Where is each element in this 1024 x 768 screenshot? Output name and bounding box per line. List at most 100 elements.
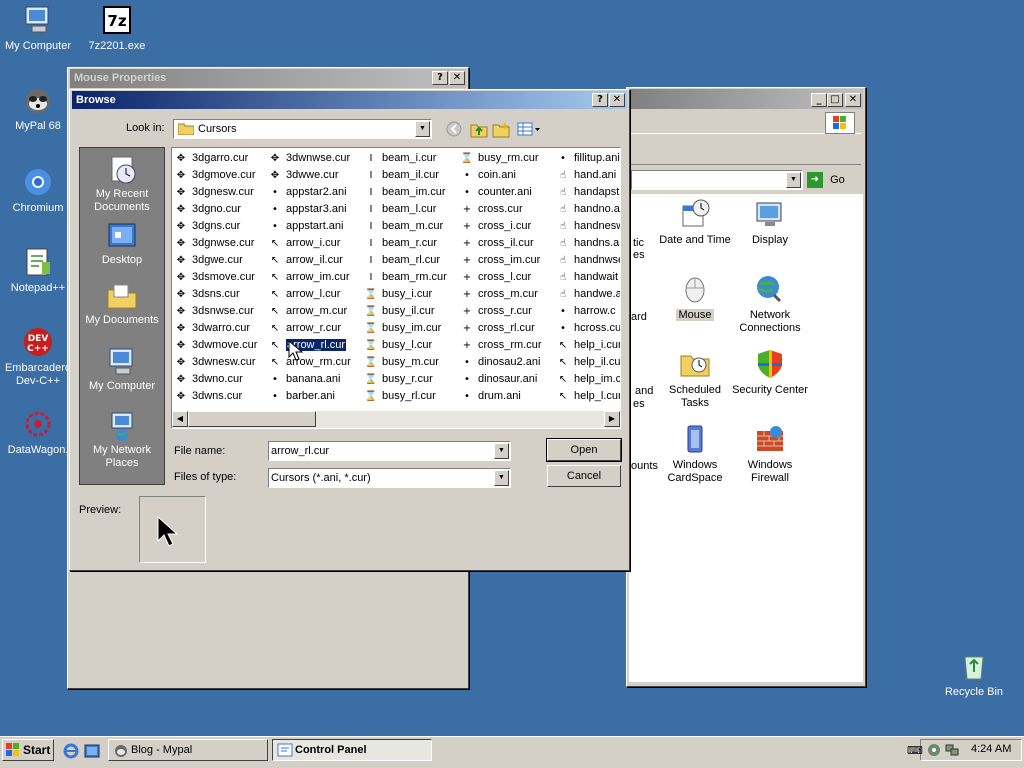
place-my-network-places[interactable]: My Network Places [80,410,164,470]
help-button[interactable]: ? [432,71,448,85]
minimize-button[interactable]: _ [811,93,827,107]
file-list-item[interactable]: ☝ handns.a [556,235,619,252]
file-list-item[interactable]: Ibeam_im.cur [364,184,446,201]
close-button[interactable]: ✕ [449,71,465,85]
file-list-item[interactable]: Ibeam_r.cur [364,235,438,252]
cp-item-scheduled-tasks[interactable]: Scheduled Tasks [657,348,733,410]
file-list-item[interactable]: ✥ 3dgwe.cur [174,252,243,269]
tray-network-icon[interactable] [945,743,959,757]
file-list-item[interactable]: ↖ arrow_r.cur [268,320,341,337]
task-control-panel[interactable]: Control Panel [272,739,432,761]
file-list-item[interactable]: Ibeam_rl.cur [364,252,441,269]
desktop-icon-datawagon[interactable]: DataWagon. [0,408,76,457]
quicklaunch-ie-icon[interactable] [63,743,79,759]
file-list-item[interactable]: + cross_i.cur [460,218,531,235]
file-list-item[interactable]: + cross.cur [460,201,523,218]
file-list-item[interactable]: ✥ 3dgns.cur [174,218,241,235]
close-button[interactable]: ✕ [609,93,625,107]
task-blog-mypal[interactable]: Blog - Mypal [108,739,268,761]
file-list-item[interactable]: ↖ arrow_rl.cur [268,337,348,354]
chevron-down-icon[interactable]: ▼ [786,172,801,188]
file-list-item[interactable]: + cross_m.cur [460,286,538,303]
back-icon[interactable] [446,121,464,137]
file-list-item[interactable]: ☝ handwait [556,269,618,286]
file-list-item[interactable]: ⌛ busy_il.cur [364,303,435,320]
place-my-documents[interactable]: My Documents [80,280,164,327]
desktop-icon-7zip[interactable]: 7z 7z2201.exe [79,4,155,53]
file-list-item[interactable]: + cross_l.cur [460,269,531,286]
file-list-item[interactable]: ✥ 3dwmove.cur [174,337,258,354]
up-folder-icon[interactable] [470,120,488,138]
mouse-properties-titlebar[interactable]: Mouse Properties [70,69,466,88]
file-list-item[interactable]: ☝ handnwse [556,252,620,269]
file-list-item[interactable]: • appstar2.ani [268,184,347,201]
file-list-item[interactable]: Ibeam_il.cur [364,167,439,184]
file-list-item[interactable]: • appstar3.ani [268,201,347,218]
cp-item-security-center[interactable]: Security Center [732,348,808,397]
file-list-item[interactable]: ✥ 3dwarro.cur [174,320,250,337]
file-list[interactable]: ✥ 3dgarro.cur ✥ 3dgmove.cur ✥ 3dgnesw.cur ✥ 3dg… [171,147,621,429]
desktop-icon-recycle-bin[interactable]: Recycle Bin [936,650,1012,699]
scroll-thumb[interactable] [188,411,316,427]
cp-item-date-time[interactable]: Date and Time [657,198,733,247]
file-list-item[interactable]: • dinosau2.ani [460,354,540,371]
file-list-item[interactable]: • banana.ani [268,371,340,388]
desktop-icon-notepadpp[interactable]: Notepad++ [0,246,76,295]
file-list-item[interactable]: ↖ arrow_im.cur [268,269,350,286]
scroll-left-button[interactable]: ◀ [172,411,188,427]
tray-app-icon[interactable] [927,743,941,757]
close-button[interactable]: ✕ [845,93,861,107]
desktop-icon-my-computer[interactable]: My Computer [0,4,76,53]
cp-item-display[interactable]: Display [732,198,808,247]
file-list-item[interactable]: + cross_il.cur [460,235,534,252]
file-list-item[interactable]: Ibeam_i.cur [364,150,437,167]
maximize-button[interactable]: □ [827,93,843,107]
file-list-item[interactable]: ✥ 3dgnesw.cur [174,184,254,201]
file-list-item[interactable]: + cross_rl.cur [460,320,535,337]
file-list-item[interactable]: ↖ arrow_l.cur [268,286,341,303]
file-list-item[interactable]: • appstart.ani [268,218,343,235]
keyboard-icon[interactable]: ⌨ [907,744,923,757]
desktop-icon-mypal[interactable]: MyPal 68 [0,84,76,133]
file-list-item[interactable]: ☝ handapst [556,184,619,201]
file-list-item[interactable]: ✥ 3dgmove.cur [174,167,256,184]
file-list-item[interactable]: • barber.ani [268,388,335,405]
file-list-item[interactable]: • coin.ani [460,167,516,184]
file-list-item[interactable]: ✥ 3dgnwse.cur [174,235,255,252]
file-list-item[interactable]: • hcross.cu [556,320,620,337]
file-list-item[interactable]: ✥ 3dsnwse.cur [174,303,254,320]
file-list-item[interactable]: ✥ 3dgno.cur [174,201,241,218]
desktop-icon-devcpp[interactable]: DEV C++ Embarcadero Dev-C++ [0,326,76,388]
place-my-computer[interactable]: My Computer [80,346,164,393]
file-list-item[interactable]: ✥ 3dgarro.cur [174,150,248,167]
cp-item-windows-firewall[interactable]: Windows Firewall [732,423,808,485]
file-list-item[interactable]: • counter.ani [460,184,532,201]
file-list-item[interactable]: ✥ 3dwno.cur [174,371,243,388]
file-list-item[interactable]: ✥ 3dsmove.cur [174,269,255,286]
start-button[interactable]: Start [2,739,54,761]
file-list-item[interactable]: ☝ hand.ani [556,167,616,184]
file-list-item[interactable]: ⌛ busy_m.cur [364,354,439,371]
go-button[interactable]: ➜ Go [807,170,851,190]
file-list-item[interactable]: • drum.ani [460,388,521,405]
cp-item-network-connections[interactable]: Network Connections [732,273,808,335]
view-menu-icon[interactable] [516,120,542,138]
chevron-down-icon[interactable]: ▼ [494,470,509,486]
file-list-item[interactable]: ✥ 3dwnesw.cur [174,354,256,371]
file-list-item[interactable]: ⌛ busy_i.cur [364,286,432,303]
browse-titlebar[interactable]: Browse [72,91,627,109]
quicklaunch-show-desktop-icon[interactable] [84,743,100,759]
file-list-item[interactable]: ✥ 3dsns.cur [174,286,240,303]
file-list-item[interactable]: ⌛ busy_im.cur [364,320,442,337]
file-list-item[interactable]: ⌛ busy_l.cur [364,337,432,354]
cp-item-mouse[interactable]: Mouse [657,273,733,322]
scroll-right-button[interactable]: ▶ [604,411,620,427]
chevron-down-icon[interactable]: ▼ [494,443,509,459]
file-name-input[interactable]: arrow_rl.cur ▼ [268,441,511,461]
file-list-item[interactable]: Ibeam_rm.cur [364,269,447,286]
file-list-item[interactable]: • harrow.c [556,303,616,320]
file-list-item[interactable]: ↖ help_il.cu [556,354,620,371]
horizontal-scrollbar[interactable]: ◀ ▶ [172,411,620,428]
clock[interactable]: 4:24 AM [971,743,1011,755]
file-list-item[interactable]: ⌛ busy_rm.cur [460,150,539,167]
